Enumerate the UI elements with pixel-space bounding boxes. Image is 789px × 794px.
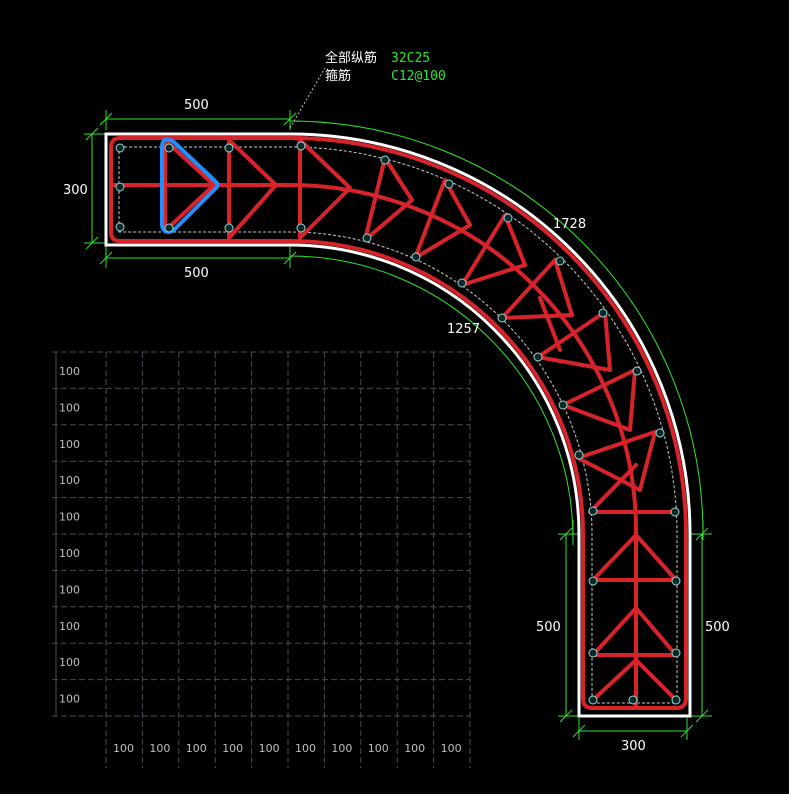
dim-top-width: 500 <box>184 98 209 113</box>
dim-outer-arc: 1728 <box>553 217 586 232</box>
grid-col-label: 100 <box>295 742 316 755</box>
rebar-bar <box>164 223 174 233</box>
rebar-bar <box>655 428 665 438</box>
rebar-bar <box>497 313 507 323</box>
rebar-bar <box>362 233 372 243</box>
rebar-bar <box>411 252 421 262</box>
stirrup-value: C12@100 <box>391 69 446 84</box>
grid-col-label: 100 <box>186 742 207 755</box>
grid-row-label: 100 <box>59 401 80 414</box>
rebar-bar <box>671 695 681 705</box>
beam-section-diagram: 100 100 100 100 100 100 100 100 100 100 100 100 100 1… <box>52 50 730 768</box>
grid-row-label: 100 <box>59 365 80 378</box>
dim-right-inner-height: 500 <box>536 620 561 635</box>
rebar-bar <box>115 143 125 153</box>
dim-bottom-width: 500 <box>184 266 209 281</box>
grid-col-label: 100 <box>113 742 134 755</box>
stirrup-label: 箍筋 <box>325 68 351 84</box>
rebar-bar <box>558 400 568 410</box>
grid-col-label: 100 <box>368 742 389 755</box>
dim-bottom-depth: 300 <box>621 739 646 754</box>
rebar-bar <box>296 223 306 233</box>
rebar-bar <box>444 179 454 189</box>
grid-col-label: 100 <box>404 742 425 755</box>
grid-col-label: 100 <box>149 742 170 755</box>
rebar-bar <box>115 182 125 192</box>
rebar-bar <box>555 256 565 266</box>
rebar-bar <box>670 507 680 517</box>
rebar-bar <box>598 308 608 318</box>
rebar-bar <box>115 222 125 232</box>
grid-col-label: 100 <box>441 742 462 755</box>
grid-row-label: 100 <box>59 511 80 524</box>
drawing-canvas: 100 100 100 100 100 100 100 100 100 100 100 100 100 1… <box>0 0 789 794</box>
grid-row-label: 100 <box>59 693 80 706</box>
rebar-cage <box>109 136 688 710</box>
longitudinal-bars <box>115 141 681 705</box>
grid-col-label: 100 <box>331 742 352 755</box>
rebar-bar <box>296 141 306 151</box>
longitudinal-label: 全部纵筋 <box>325 50 377 66</box>
grid-row-label: 100 <box>59 620 80 633</box>
rebar-bar <box>588 648 598 658</box>
grid-col-label: 100 <box>222 742 243 755</box>
grid-row-label: 100 <box>59 656 80 669</box>
rebar-bar <box>457 278 467 288</box>
rebar-bar <box>533 352 543 362</box>
rebar-bar <box>632 366 642 376</box>
rebar-bar <box>224 143 234 153</box>
rebar-bar <box>224 223 234 233</box>
rebar-bar <box>671 576 681 586</box>
grid-row-label: 100 <box>59 547 80 560</box>
rebar-bar <box>588 506 598 516</box>
grid-row-label: 100 <box>59 583 80 596</box>
rebar-bar <box>588 576 598 586</box>
rebar-bar <box>164 143 174 153</box>
leader-line <box>289 67 326 129</box>
grid-row-label: 100 <box>59 474 80 487</box>
rebar-bar <box>574 450 584 460</box>
rebar-bar <box>380 155 390 165</box>
dim-left-height: 300 <box>63 183 88 198</box>
grid-row-label: 100 <box>59 438 80 451</box>
rebar-bar <box>628 695 638 705</box>
grid-col-label: 100 <box>259 742 280 755</box>
dim-inner-arc: 1257 <box>447 322 480 337</box>
longitudinal-value: 32C25 <box>391 51 430 66</box>
dim-right-outer-height: 500 <box>705 620 730 635</box>
rebar-bar <box>588 695 598 705</box>
rebar-bar <box>503 213 513 223</box>
reference-grid: 100 100 100 100 100 100 100 100 100 100 100 100 100 1… <box>52 351 471 768</box>
rebar-bar <box>671 648 681 658</box>
